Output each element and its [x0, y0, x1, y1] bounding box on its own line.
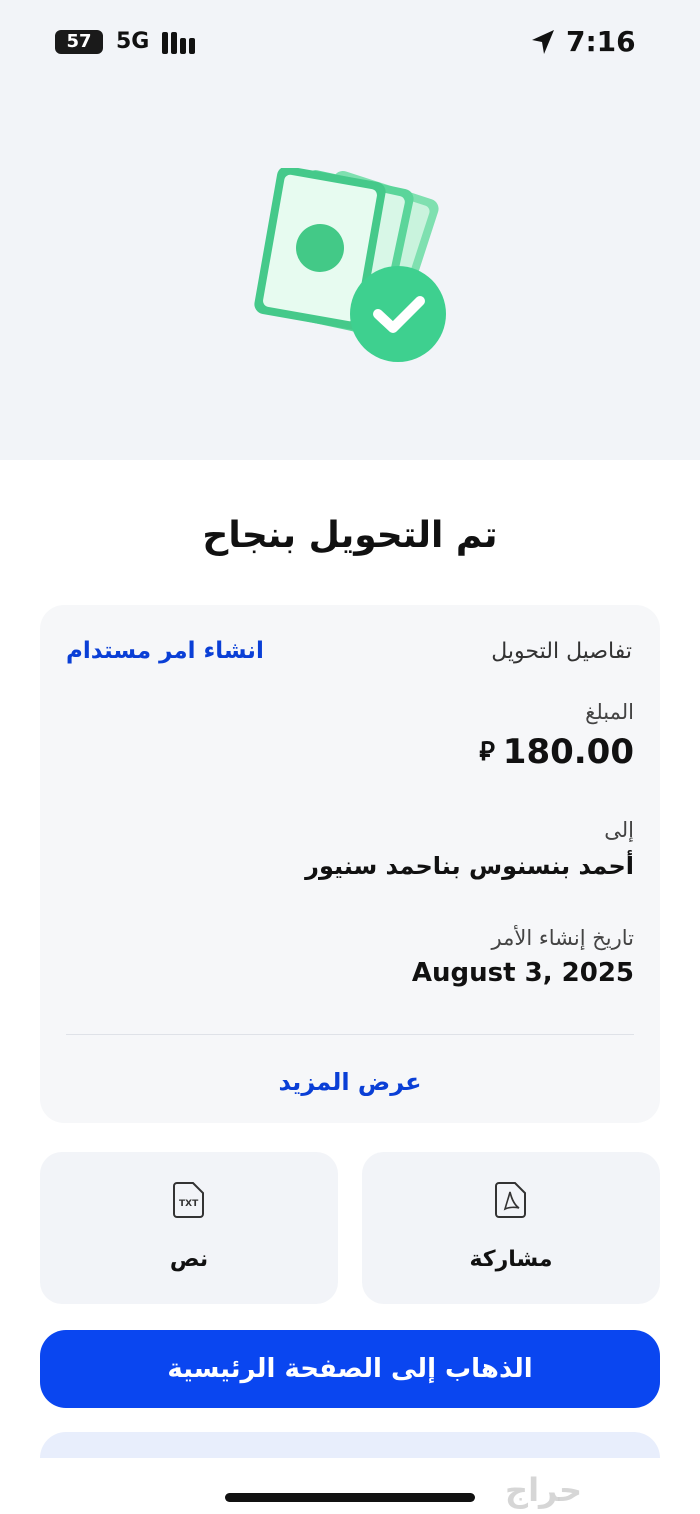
- create-standing-order-link[interactable]: انشاء امر مستدام: [66, 630, 264, 672]
- status-time: 7:16: [566, 25, 636, 58]
- text-button[interactable]: TXT نص: [40, 1152, 338, 1304]
- amount-label: المبلغ: [585, 700, 634, 724]
- pdf-file-icon: [495, 1182, 526, 1218]
- order-date-value: August 3, 2025: [411, 958, 634, 988]
- battery-indicator: 57: [55, 30, 103, 54]
- recipient-name: أحمد بنسنوس بناحمد سنيور: [305, 852, 634, 880]
- signal-icon: [162, 32, 195, 54]
- location-arrow-icon: [532, 30, 554, 54]
- home-indicator[interactable]: [225, 1493, 475, 1502]
- network-label: 5G: [116, 29, 150, 54]
- recipient-label: إلى: [604, 818, 634, 842]
- txt-file-icon: TXT: [173, 1182, 204, 1218]
- amount-value: ⃁ 180.00: [479, 726, 634, 778]
- riyal-currency-icon: ⃁: [479, 737, 495, 767]
- watermark: حراج: [505, 1471, 582, 1509]
- status-bar: 57 5G 7:16: [0, 22, 700, 62]
- svg-text:TXT: TXT: [179, 1199, 199, 1209]
- share-button-label: مشاركة: [469, 1247, 553, 1272]
- share-button[interactable]: مشاركة: [362, 1152, 660, 1304]
- order-date-label: تاريخ إنشاء الأمر: [491, 926, 634, 950]
- go-home-button[interactable]: الذهاب إلى الصفحة الرئيسية: [40, 1330, 660, 1408]
- text-button-label: نص: [169, 1247, 209, 1272]
- show-more-link[interactable]: عرض المزيد: [40, 1060, 660, 1104]
- page-title: تم التحويل بنجاح: [202, 515, 498, 556]
- money-success-illustration: [254, 168, 446, 362]
- details-header: تفاصيل التحويل: [491, 639, 632, 664]
- bottom-area: [0, 1458, 700, 1514]
- divider: [66, 1034, 634, 1035]
- amount-number: 180.00: [502, 732, 634, 772]
